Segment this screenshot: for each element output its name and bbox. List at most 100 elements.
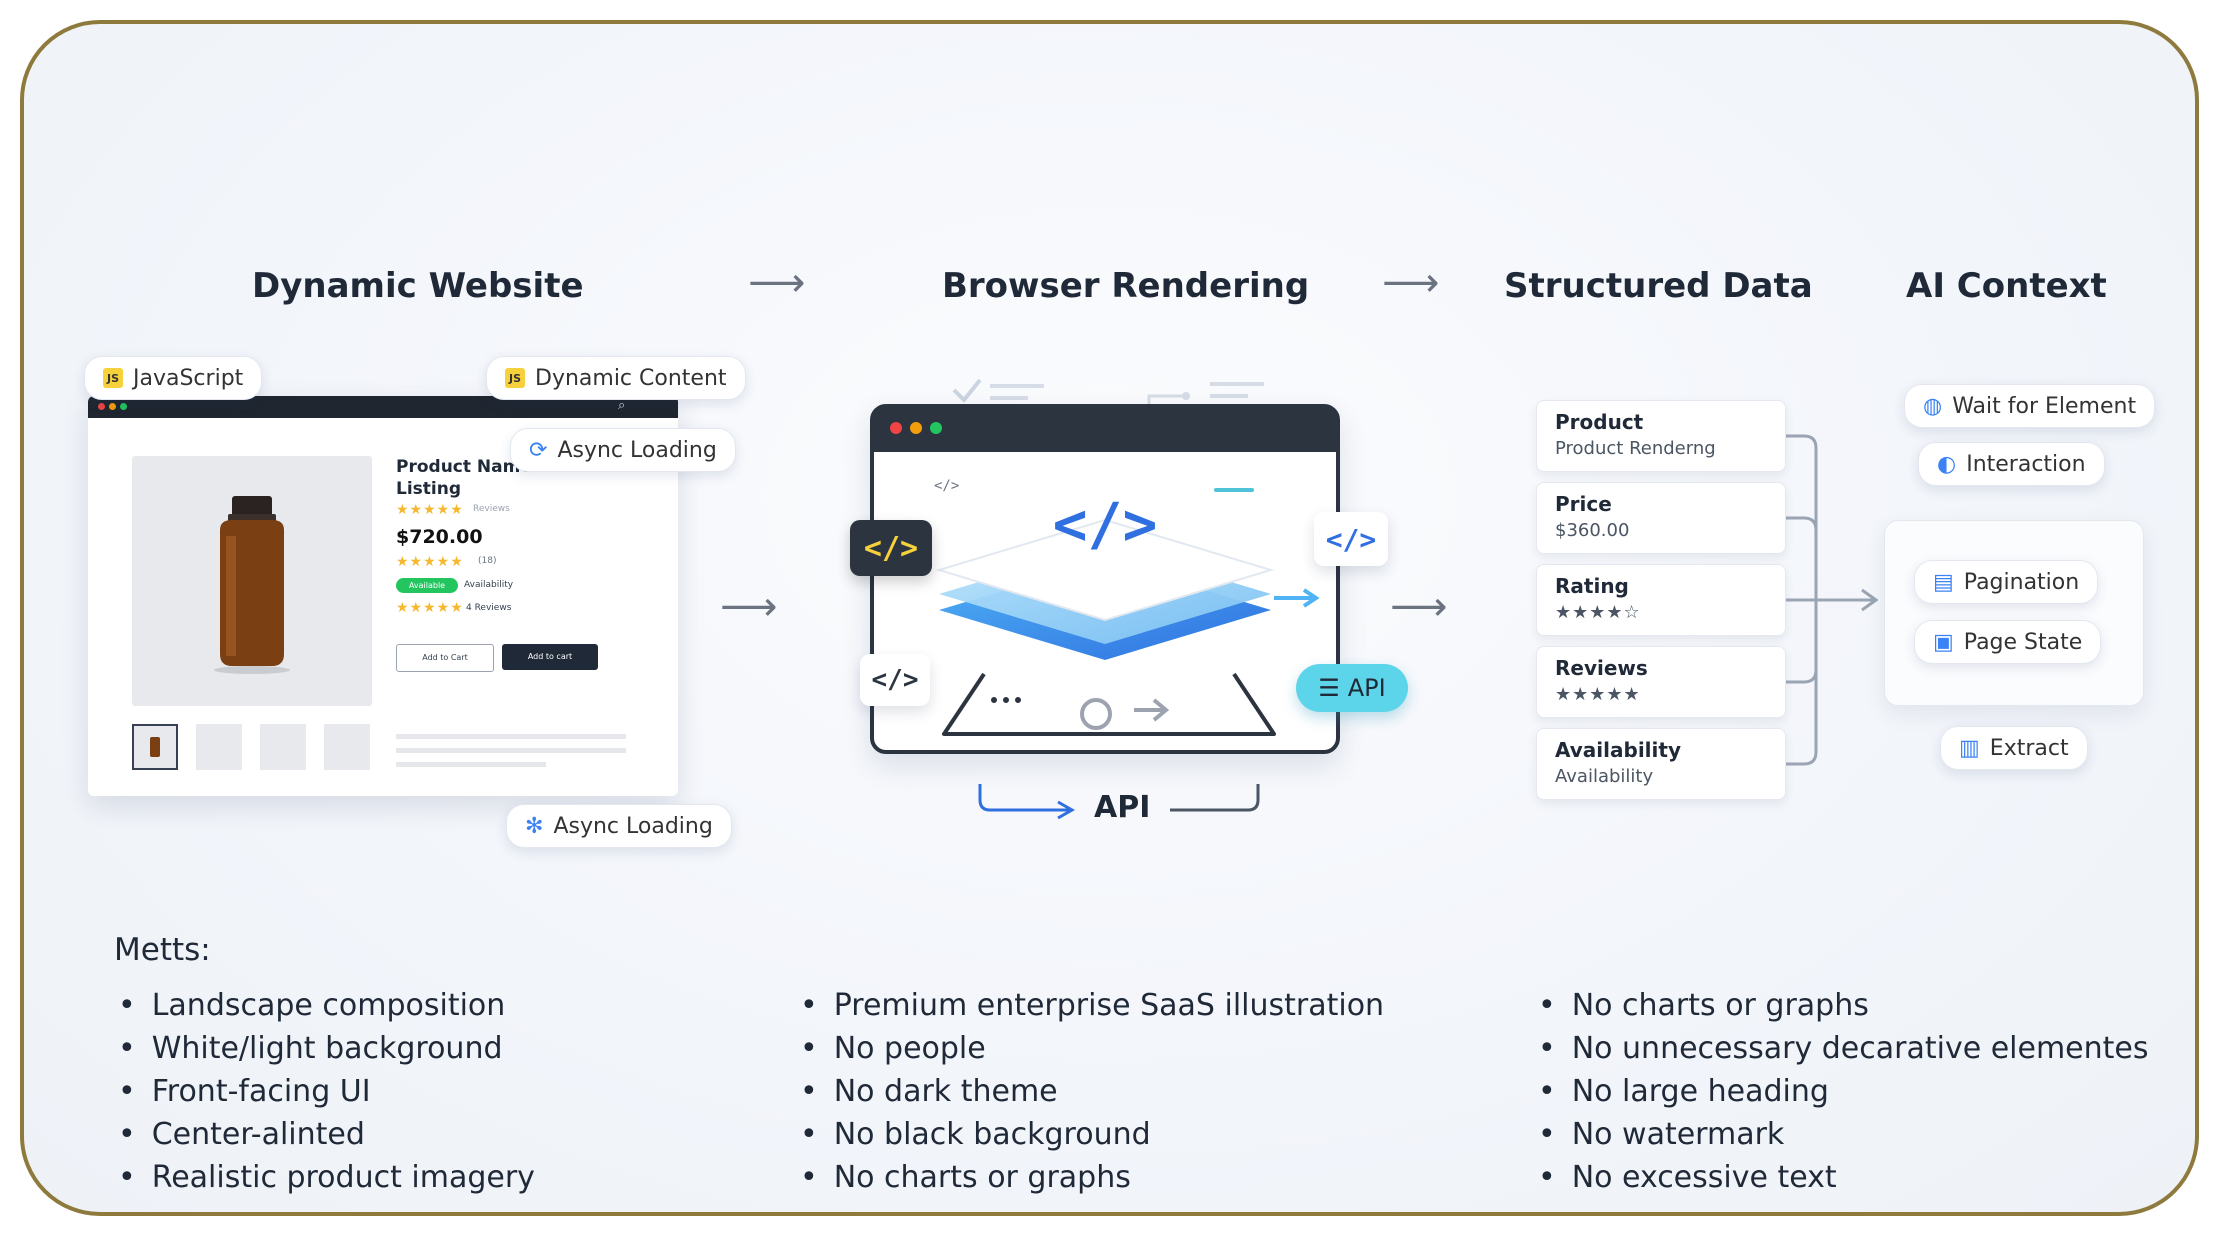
- placeholder-line: [396, 748, 626, 753]
- note-item: No excessive text: [1538, 1156, 2149, 1199]
- chip-label: Wait for Element: [1952, 393, 2137, 419]
- note-item: Realistic product imagery: [118, 1156, 535, 1199]
- field-card-availability: Availability Availability: [1536, 728, 1786, 800]
- thumbnail-1[interactable]: [132, 724, 178, 770]
- chip-extract: ▥ Extract: [1940, 726, 2088, 770]
- note-item: Front-facing UI: [118, 1070, 535, 1113]
- note-item: No large heading: [1538, 1070, 2149, 1113]
- diagram-frame: Dynamic Website ⟶ Browser Rendering ⟶ St…: [20, 20, 2199, 1216]
- ai-context-panel: [1884, 520, 2144, 706]
- chip-async-loading-top: ⟳ Async Loading: [510, 428, 736, 472]
- browser-window: </> </>: [870, 404, 1340, 754]
- code-tag-dark: </>: [850, 520, 932, 576]
- review-stars: ★★★★★: [396, 600, 464, 616]
- window-min-dot-icon: [109, 403, 116, 410]
- stage-title-structured-data: Structured Data: [1504, 266, 1813, 306]
- thumbnail-2[interactable]: [196, 724, 242, 770]
- note-item: No unnecessary decarative elementes: [1538, 1027, 2149, 1070]
- product-price: $720.00: [396, 526, 483, 548]
- reviews-count: 4 Reviews: [466, 603, 512, 613]
- chip-page-state: ▣ Page State: [1914, 620, 2102, 664]
- gear-icon: ✻: [525, 813, 544, 839]
- sliders-icon: ☰: [1318, 674, 1340, 702]
- chip-pagination: ▤ Pagination: [1914, 560, 2099, 604]
- thumbnail-3[interactable]: [260, 724, 306, 770]
- flow-arrow-right-icon: ⟶: [1390, 584, 1448, 630]
- field-value: Availability: [1555, 766, 1654, 787]
- note-item: No black background: [800, 1113, 1384, 1156]
- pages-icon: ▤: [1933, 569, 1954, 595]
- chip-label: Interaction: [1966, 451, 2086, 477]
- globe-icon: ◍: [1923, 393, 1943, 419]
- refresh-icon: ⟳: [529, 437, 548, 463]
- state-icon: ▣: [1933, 629, 1954, 655]
- document-icon: ▥: [1959, 735, 1980, 761]
- field-value: Product Renderng: [1555, 438, 1716, 459]
- thumbnail-4[interactable]: [324, 724, 370, 770]
- window-close-dot-icon: [98, 403, 105, 410]
- flow-arrow-right-icon: ⟶: [720, 584, 778, 630]
- browser-titlebar: [874, 408, 1336, 452]
- placeholder-line: [396, 762, 546, 767]
- note-item: Premium enterprise SaaS illustration: [800, 984, 1384, 1027]
- chip-javascript: JS JavaScript: [84, 356, 263, 400]
- note-item: No charts or graphs: [1538, 984, 2149, 1027]
- flow-arrow-right-icon: ⟶: [1382, 260, 1440, 306]
- review-stars-icon: ★★★★★: [1555, 684, 1641, 705]
- field-label: Rating: [1555, 574, 1629, 598]
- code-tag-blue: </>: [1314, 512, 1388, 566]
- amber-bottle-icon: [214, 496, 290, 674]
- api-badge-label: API: [1347, 674, 1386, 702]
- field-label: Availability: [1555, 738, 1681, 762]
- chip-dynamic-content: JS Dynamic Content: [486, 356, 746, 400]
- field-label: Product: [1555, 410, 1644, 434]
- javascript-icon: JS: [103, 368, 123, 388]
- window-close-dot-icon: [890, 422, 902, 434]
- field-value: $360.00: [1555, 520, 1630, 541]
- rendering-layers-illustration: </>: [935, 490, 1320, 736]
- field-card-product: Product Product Renderng: [1536, 400, 1786, 472]
- note-item: No watermark: [1538, 1113, 2149, 1156]
- availability-badge: Available: [396, 578, 458, 593]
- merge-bracket-icon: [1786, 434, 1879, 766]
- chip-label: Async Loading: [553, 813, 713, 839]
- rating-count: (18): [478, 556, 497, 566]
- note-item: White/light background: [118, 1027, 535, 1070]
- api-label: API: [1094, 790, 1151, 825]
- placeholder-line: [396, 734, 626, 739]
- chip-label: Pagination: [1963, 569, 2080, 595]
- api-badge: ☰ API: [1296, 664, 1408, 712]
- note-item: No charts or graphs: [800, 1156, 1384, 1199]
- stage-title-dynamic-website: Dynamic Website: [252, 266, 584, 306]
- field-label: Reviews: [1555, 656, 1648, 680]
- pointer-icon: ◐: [1937, 451, 1957, 477]
- note-item: Landscape composition: [118, 984, 535, 1027]
- add-to-cart-dark-button[interactable]: Add to cart: [502, 644, 598, 670]
- code-tag-light: </>: [860, 654, 930, 706]
- window-max-dot-icon: [930, 422, 942, 434]
- chip-label: JavaScript: [133, 365, 244, 391]
- chip-async-loading-bottom: ✻ Async Loading: [506, 804, 732, 848]
- product-stars: ★★★★★: [396, 502, 464, 518]
- thumb-bottle-icon: [150, 737, 160, 757]
- note-item: No dark theme: [800, 1070, 1384, 1113]
- chip-label: Dynamic Content: [535, 365, 727, 391]
- stage-title-browser-rendering: Browser Rendering: [942, 266, 1310, 306]
- field-label: Price: [1555, 492, 1612, 516]
- chip-interaction: ◐ Interaction: [1918, 442, 2105, 486]
- notes-column-3: No charts or graphs No unnecessary decar…: [1538, 984, 2149, 1199]
- note-item: No people: [800, 1027, 1384, 1070]
- chip-label: Extract: [1989, 735, 2069, 761]
- svg-text:</>: </>: [1053, 490, 1158, 558]
- product-image: [132, 456, 372, 706]
- rating-stars: ★★★★★: [396, 554, 464, 570]
- notes-title: Metts:: [114, 932, 211, 968]
- chip-wait-for-element: ◍ Wait for Element: [1904, 384, 2156, 428]
- availability-text: Availability: [464, 580, 514, 590]
- chip-label: Async Loading: [557, 437, 717, 463]
- add-to-cart-button[interactable]: Add to Cart: [396, 644, 494, 672]
- notes-column-2: Premium enterprise SaaS illustration No …: [800, 984, 1384, 1199]
- javascript-icon: JS: [505, 368, 525, 388]
- field-card-rating: Rating ★★★★☆: [1536, 564, 1786, 636]
- search-icon: ⌕: [618, 398, 626, 413]
